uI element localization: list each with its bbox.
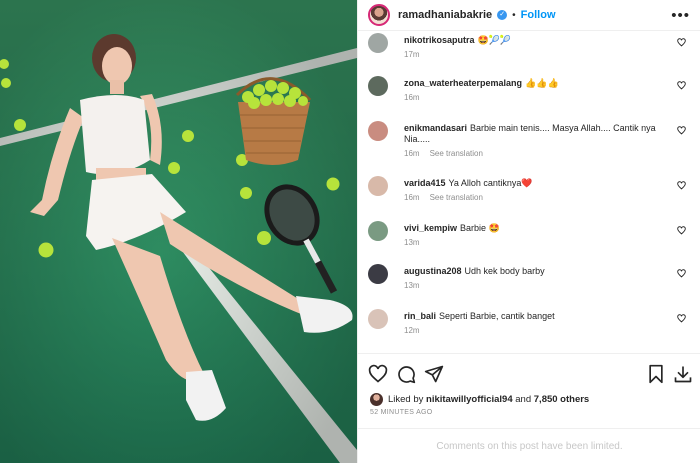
action-bar xyxy=(368,364,693,384)
comment-body: rin_bali Seperti Barbie, cantik banget 12m xyxy=(404,311,664,336)
comment-body: varida415 Ya Alloh cantiknya❤️ 16m See tran… xyxy=(404,178,664,203)
liked-by-prefix: Liked by xyxy=(388,394,424,405)
comment-text: 🤩🎾🎾 xyxy=(477,35,512,45)
comment-text: Udh kek body barby xyxy=(464,266,545,276)
commenter-avatar[interactable] xyxy=(368,76,388,96)
comment-body: vivi_kempiw Barbie 🤩 13m xyxy=(404,223,664,248)
commenter-avatar[interactable] xyxy=(368,221,388,241)
comment-meta: 16m xyxy=(404,92,664,103)
comments-panel: ramadhaniabakrie ✓ • Follow ••• nikotrik… xyxy=(357,0,700,463)
comment-meta: 16m See translation xyxy=(404,148,664,159)
comment-like-heart-icon[interactable] xyxy=(677,181,686,190)
liker-avatar[interactable] xyxy=(370,393,383,406)
commenter-username[interactable]: rin_bali xyxy=(404,311,436,321)
commenter-username[interactable]: zona_waterheaterpemalang xyxy=(404,78,522,88)
comment-like-heart-icon[interactable] xyxy=(677,126,686,135)
comment-like-heart-icon[interactable] xyxy=(677,314,686,323)
see-translation-link[interactable]: See translation xyxy=(430,193,483,202)
comment-meta: 13m xyxy=(404,280,664,291)
commenter-avatar[interactable] xyxy=(368,264,388,284)
comment-icon[interactable] xyxy=(396,364,416,384)
comment-text: 👍👍👍 xyxy=(525,78,559,88)
comment-meta: 13m xyxy=(404,237,664,248)
comment-body: zona_waterheaterpemalang 👍👍👍 16m xyxy=(404,78,664,103)
comment-time[interactable]: 12m xyxy=(404,326,420,335)
commenter-avatar[interactable] xyxy=(368,121,388,141)
likes-conjunction: and xyxy=(515,394,532,405)
comment-text: Seperti Barbie, cantik banget xyxy=(439,311,555,321)
verified-badge-icon: ✓ xyxy=(497,10,508,20)
more-options-icon[interactable]: ••• xyxy=(671,7,690,24)
follow-button[interactable]: Follow xyxy=(521,9,556,21)
comment-meta: 12m xyxy=(404,325,664,336)
comments-limited-notice: Comments on this post have been limited. xyxy=(358,428,700,464)
heart-icon[interactable] xyxy=(368,364,388,384)
commenter-avatar[interactable] xyxy=(368,176,388,196)
comment-meta: 16m See translation xyxy=(404,192,664,203)
comment-meta: 17m xyxy=(404,49,664,60)
comment-time[interactable]: 13m xyxy=(404,238,420,247)
likes-others-count[interactable]: 7,850 others xyxy=(534,394,589,405)
liker-username[interactable]: nikitawillyofficial94 xyxy=(426,394,513,405)
likes-summary: Liked by nikitawillyofficial94 and 7,850… xyxy=(370,393,589,406)
commenter-username[interactable]: enikmandasari xyxy=(404,123,467,133)
commenter-avatar[interactable] xyxy=(368,33,388,53)
see-translation-link[interactable]: See translation xyxy=(430,149,483,158)
comment-list: nikotrikosaputra 🤩🎾🎾 17m zona_waterheaterpe… xyxy=(358,31,700,353)
bookmark-icon[interactable] xyxy=(646,364,666,384)
commenter-username[interactable]: varida415 xyxy=(404,178,446,188)
comment-like-heart-icon[interactable] xyxy=(677,269,686,278)
post-header: ramadhaniabakrie ✓ • Follow ••• xyxy=(358,0,700,31)
comment-time[interactable]: 17m xyxy=(404,50,420,59)
comment-body: nikotrikosaputra 🤩🎾🎾 17m xyxy=(404,35,664,60)
author-avatar[interactable] xyxy=(368,4,390,26)
commenter-avatar[interactable] xyxy=(368,309,388,329)
tennis-court-photo xyxy=(0,0,357,463)
commenter-username[interactable]: nikotrikosaputra xyxy=(404,35,475,45)
comment-like-heart-icon[interactable] xyxy=(677,81,686,90)
comment-text: Ya Alloh cantiknya❤️ xyxy=(448,178,533,188)
send-icon[interactable] xyxy=(424,364,444,384)
comment-like-heart-icon[interactable] xyxy=(677,226,686,235)
comment-body: augustina208 Udh kek body barby 13m xyxy=(404,266,664,291)
post-actions: Liked by nikitawillyofficial94 and 7,850… xyxy=(358,353,700,463)
comment-text: Barbie 🤩 xyxy=(460,223,500,233)
comment-time[interactable]: 16m xyxy=(404,93,420,102)
author-username[interactable]: ramadhaniabakrie xyxy=(398,9,492,21)
comment-time[interactable]: 16m xyxy=(404,193,420,202)
comment-like-heart-icon[interactable] xyxy=(677,38,686,47)
post-photo xyxy=(0,0,357,463)
download-icon[interactable] xyxy=(673,364,693,384)
post-timestamp[interactable]: 52 MINUTES AGO xyxy=(370,409,433,416)
comment-body: enikmandasari Barbie main tenis.... Masya… xyxy=(404,123,664,159)
commenter-username[interactable]: augustina208 xyxy=(404,266,462,276)
comment-time[interactable]: 16m xyxy=(404,149,420,158)
separator-dot: • xyxy=(512,9,516,21)
comment-time[interactable]: 13m xyxy=(404,281,420,290)
commenter-username[interactable]: vivi_kempiw xyxy=(404,223,457,233)
